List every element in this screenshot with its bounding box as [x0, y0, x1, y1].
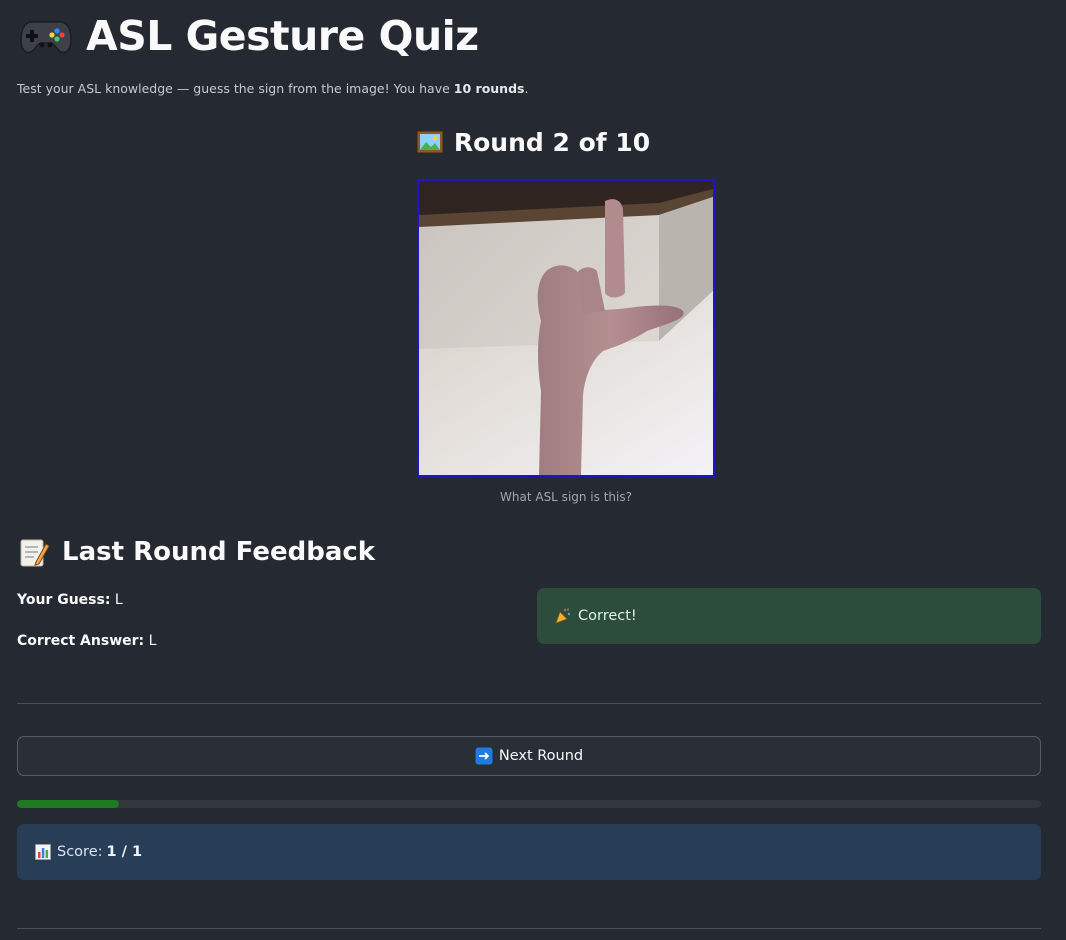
feedback-heading-text: Last Round Feedback — [62, 537, 376, 567]
subtitle-suffix: . — [524, 81, 529, 96]
your-guess-value: L — [114, 592, 123, 608]
next-round-button[interactable]: Next Round — [17, 736, 1041, 776]
subtitle: Test your ASL knowledge — guess the sign… — [17, 81, 528, 96]
result-alert: Correct! — [537, 588, 1041, 644]
progress-fill — [17, 800, 120, 808]
correct-answer-label: Correct Answer: — [17, 633, 145, 649]
game-controller-icon — [20, 16, 72, 56]
party-popper-icon — [554, 607, 572, 625]
round-heading-text: Round 2 of 10 — [453, 128, 651, 157]
round-heading: Round 2 of 10 — [0, 128, 1066, 157]
image-caption: What ASL sign is this? — [500, 490, 632, 504]
divider-bottom — [17, 928, 1041, 929]
divider — [17, 703, 1041, 704]
score-info: Score: 1 / 1 — [17, 824, 1041, 880]
result-text: Correct! — [578, 608, 637, 624]
asl-sign-image — [417, 179, 715, 477]
quiz-page: ASL Gesture Quiz Test your ASL knowledge… — [0, 0, 1066, 940]
feedback-heading: Last Round Feedback — [18, 536, 375, 568]
page-title: ASL Gesture Quiz — [20, 12, 479, 60]
quiz-progress-bar — [17, 800, 1041, 808]
correct-answer-value: L — [148, 633, 157, 649]
your-guess-label: Your Guess: — [17, 592, 111, 608]
your-guess: Your Guess: L — [17, 592, 123, 608]
framed-picture-icon — [416, 130, 444, 154]
score-value: 1 / 1 — [106, 844, 143, 860]
next-round-label: Next Round — [498, 748, 584, 764]
title-text: ASL Gesture Quiz — [86, 12, 479, 60]
correct-answer: Correct Answer: L — [17, 633, 156, 649]
subtitle-rounds: 10 rounds — [453, 81, 525, 96]
right-arrow-icon — [475, 747, 493, 765]
score-label: Score: — [57, 844, 103, 860]
subtitle-text: Test your ASL knowledge — guess the sign… — [17, 81, 454, 96]
bar-chart-icon — [35, 844, 51, 860]
memo-icon — [18, 536, 50, 568]
